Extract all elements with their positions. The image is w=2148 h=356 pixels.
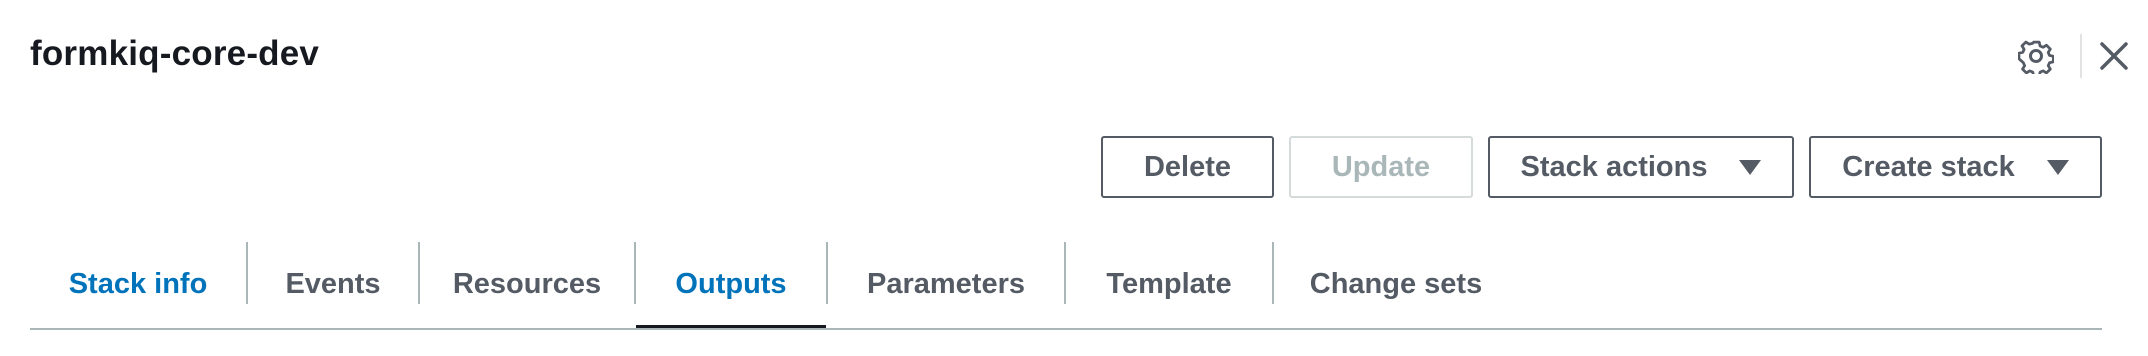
- tab-bar-divider: [30, 328, 2102, 330]
- update-button-label: Update: [1331, 150, 1431, 183]
- stack-actions-label: Stack actions: [1520, 150, 1708, 183]
- tab-change-sets[interactable]: Change sets: [1274, 240, 1518, 328]
- tab-resources[interactable]: Resources: [420, 240, 634, 328]
- tab-label: Stack info: [68, 267, 208, 300]
- tab-events[interactable]: Events: [248, 240, 418, 328]
- delete-button[interactable]: Delete: [1101, 136, 1274, 198]
- close-icon[interactable]: [2096, 38, 2132, 74]
- tab-parameters[interactable]: Parameters: [828, 240, 1064, 328]
- tab-outputs[interactable]: Outputs: [636, 240, 826, 330]
- tab-bar: Stack info Events Resources Outputs Para…: [30, 240, 2102, 330]
- stack-actions-button[interactable]: Stack actions: [1488, 136, 1794, 198]
- gear-icon[interactable]: [2017, 38, 2055, 78]
- tab-label: Events: [285, 267, 381, 300]
- tab-label: Outputs: [675, 267, 787, 300]
- update-button[interactable]: Update: [1289, 136, 1473, 198]
- tab-template[interactable]: Template: [1066, 240, 1272, 328]
- tab-stack-info[interactable]: Stack info: [30, 240, 246, 328]
- create-stack-label: Create stack: [1842, 150, 2015, 183]
- tab-label: Change sets: [1309, 267, 1483, 300]
- header-divider: [2080, 34, 2082, 78]
- create-stack-button[interactable]: Create stack: [1809, 136, 2102, 198]
- caret-down-icon: [1739, 159, 1762, 175]
- header-icons: [1988, 30, 2148, 82]
- caret-down-icon: [2046, 159, 2069, 175]
- tab-label: Template: [1106, 267, 1232, 300]
- tab-label: Parameters: [867, 267, 1025, 300]
- tab-label: Resources: [452, 267, 602, 300]
- delete-button-label: Delete: [1143, 150, 1232, 183]
- page-title: formkiq-core-dev: [30, 34, 320, 73]
